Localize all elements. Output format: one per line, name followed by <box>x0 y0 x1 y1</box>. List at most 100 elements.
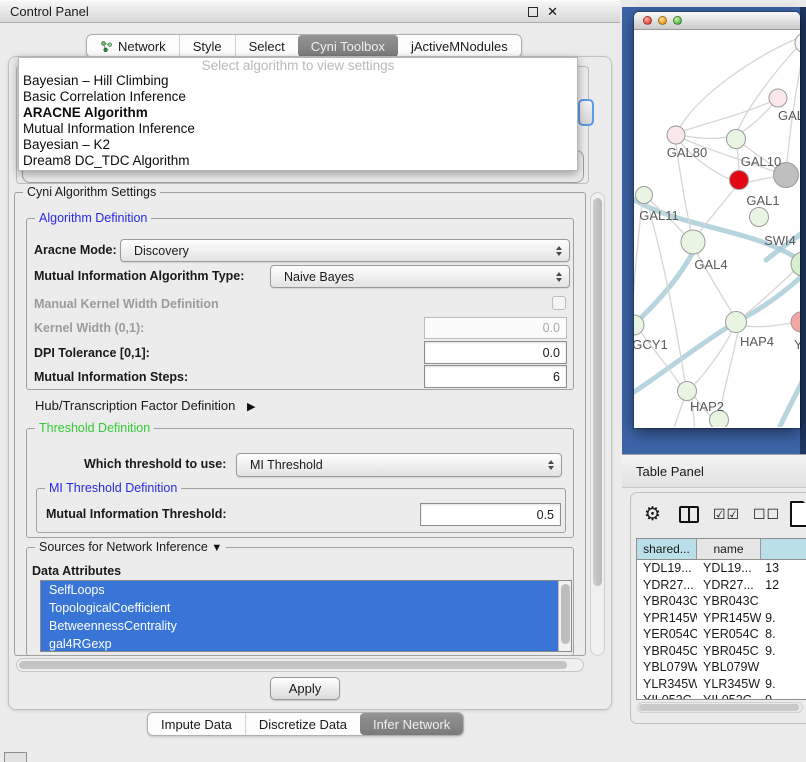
node-gal1[interactable] <box>730 171 749 190</box>
cell[interactable]: YIL052C <box>697 693 761 700</box>
tab-jactivemnodules[interactable]: jActiveMNodules <box>398 35 521 57</box>
select-all-checkboxes-icon[interactable]: ☑☑ <box>713 506 740 523</box>
cell[interactable]: YER054C <box>637 627 697 641</box>
aracne-mode-select[interactable]: Discovery <box>120 239 570 262</box>
zoom-traffic-light-icon[interactable] <box>673 16 682 25</box>
node-gal4[interactable] <box>681 230 705 254</box>
tab-network[interactable]: Network <box>87 35 179 57</box>
network-window-titlebar[interactable] <box>634 12 800 30</box>
mi-steps-field[interactable]: 6 <box>424 365 567 388</box>
node-unlabeled-top[interactable] <box>795 33 800 53</box>
cell[interactable]: YDL19... <box>697 561 761 575</box>
triangle-right-icon[interactable]: ▶ <box>247 401 255 413</box>
cell[interactable]: YLR345W <box>697 677 761 691</box>
table-row[interactable]: YLR345W YLR345W 9. <box>637 676 806 693</box>
cell[interactable]: YDR27... <box>637 578 697 592</box>
cell[interactable]: 8. <box>761 627 806 641</box>
node-unlabeled-mid[interactable] <box>750 208 769 227</box>
cell[interactable]: YBR045C <box>637 644 697 658</box>
cell[interactable]: YBR043C <box>697 594 761 608</box>
cell[interactable]: 13 <box>761 561 806 575</box>
cell[interactable]: 12 <box>761 578 806 592</box>
cell[interactable]: YBL079W <box>697 660 761 674</box>
cell[interactable]: 9. <box>761 677 806 691</box>
tab-infer-network[interactable]: Infer Network <box>360 713 463 735</box>
table-row[interactable]: YDR27... YDR27... 12 <box>637 577 806 594</box>
column-header-shared[interactable]: shared... <box>637 539 697 560</box>
cell[interactable]: YBR043C <box>637 594 697 608</box>
tab-select[interactable]: Select <box>235 35 298 57</box>
column-header-name[interactable]: name <box>697 539 761 560</box>
dropdown-item-basic-correlation[interactable]: Basic Correlation Inference <box>19 89 577 105</box>
tab-cyni-toolbox[interactable]: Cyni Toolbox <box>298 35 398 57</box>
cell[interactable]: YBR045C <box>697 644 761 658</box>
kernel-width-field[interactable]: 0.0 <box>424 317 567 339</box>
table-row[interactable]: YDL19... YDL19... 13 <box>637 560 806 577</box>
table-horizontal-scrollbar[interactable] <box>637 702 803 713</box>
table-row[interactable]: YBL079W YBL079W <box>637 659 806 676</box>
node-gal80[interactable] <box>667 126 685 144</box>
document-icon[interactable] <box>790 501 806 527</box>
which-threshold-select[interactable]: MI Threshold <box>236 453 562 477</box>
node-hap2[interactable] <box>678 382 697 401</box>
close-traffic-light-icon[interactable] <box>643 16 652 25</box>
label-swi4: SWI4 <box>764 233 796 248</box>
dropdown-item-bayesian-hill-climbing[interactable]: Bayesian – Hill Climbing <box>19 73 577 89</box>
hub-factor-label[interactable]: Hub/Transcription Factor Definition ▶ <box>35 395 255 417</box>
attribute-item-selfloops[interactable]: SelfLoops <box>41 581 571 599</box>
cell[interactable]: YDL19... <box>637 561 697 575</box>
dropdown-item-aracne[interactable]: ARACNE Algorithm <box>19 105 577 121</box>
mi-type-select[interactable]: Naive Bayes <box>270 265 570 288</box>
sources-legend[interactable]: Sources for Network Inference ▼ <box>35 540 226 556</box>
gear-icon[interactable]: ⚙ <box>644 503 661 526</box>
cell[interactable]: YBL079W <box>637 660 697 674</box>
tab-style[interactable]: Style <box>179 35 235 57</box>
table-row[interactable]: YBR043C YBR043C <box>637 593 806 610</box>
cell[interactable]: YPR145W <box>697 611 761 625</box>
cell[interactable]: YPR145W <box>637 611 697 625</box>
node-hap4[interactable] <box>726 312 747 333</box>
network-view-window[interactable]: GAL GAL80 GAL10 GAL1 GAL11 GAL4 SWI4 GCY… <box>634 12 800 428</box>
tab-impute-data[interactable]: Impute Data <box>148 713 245 735</box>
collapsed-panel-button[interactable] <box>4 752 27 762</box>
node-gal-partial[interactable] <box>769 89 787 107</box>
attribute-item-betweennesscentrality[interactable]: BetweennessCentrality <box>41 617 571 635</box>
apply-button[interactable]: Apply <box>270 677 340 700</box>
dpi-tolerance-field[interactable]: 0.0 <box>424 341 567 364</box>
split-columns-icon[interactable] <box>679 506 699 523</box>
dropdown-item-dream8[interactable]: Dream8 DC_TDC Algorithm <box>19 153 577 169</box>
network-canvas[interactable]: GAL GAL80 GAL10 GAL1 GAL11 GAL4 SWI4 GCY… <box>634 30 800 427</box>
deselect-all-checkboxes-icon[interactable]: ☐☐ <box>753 506 780 523</box>
focused-combo-button-partial[interactable] <box>578 99 594 126</box>
close-icon[interactable]: ✕ <box>547 6 558 18</box>
settings-horizontal-scrollbar[interactable] <box>16 658 584 672</box>
minimize-traffic-light-icon[interactable] <box>658 16 667 25</box>
table-row[interactable]: YIL052C YIL052C 9. <box>637 692 806 700</box>
float-window-icon[interactable] <box>528 7 538 17</box>
column-header-partial[interactable] <box>761 539 806 560</box>
dropdown-item-mutual-information[interactable]: Mutual Information Inference <box>19 121 577 137</box>
table-row[interactable]: YPR145W YPR145W 9. <box>637 610 806 627</box>
cell[interactable]: 9. <box>761 693 806 700</box>
node-gal11[interactable] <box>636 187 653 204</box>
manual-kernel-checkbox[interactable] <box>552 296 566 310</box>
cell[interactable]: YDR27... <box>697 578 761 592</box>
settings-vertical-scrollbar[interactable] <box>590 192 605 656</box>
dropdown-item-bayesian-k2[interactable]: Bayesian – K2 <box>19 137 577 153</box>
table-row[interactable]: YBR045C YBR045C 9. <box>637 643 806 660</box>
triangle-down-icon[interactable]: ▼ <box>211 542 222 554</box>
cell[interactable]: YLR345W <box>637 677 697 691</box>
node-gal10[interactable] <box>727 130 746 149</box>
table-row[interactable]: YER054C YER054C 8. <box>637 626 806 643</box>
attributes-list-scrollbar[interactable] <box>558 581 571 651</box>
node-salmon-partial[interactable] <box>791 312 800 332</box>
tab-discretize-data[interactable]: Discretize Data <box>245 713 360 735</box>
cell[interactable]: YIL052C <box>637 693 697 700</box>
control-panel-tabs: Network Style Select Cyni Toolbox jActiv… <box>86 34 522 58</box>
cell[interactable]: YER054C <box>697 627 761 641</box>
attribute-item-gal4rgexp[interactable]: gal4RGexp <box>41 635 571 652</box>
cell[interactable]: 9. <box>761 611 806 625</box>
cell[interactable]: 9. <box>761 644 806 658</box>
mi-threshold-field[interactable]: 0.5 <box>420 503 561 526</box>
attribute-item-topologicalcoefficient[interactable]: TopologicalCoefficient <box>41 599 571 617</box>
